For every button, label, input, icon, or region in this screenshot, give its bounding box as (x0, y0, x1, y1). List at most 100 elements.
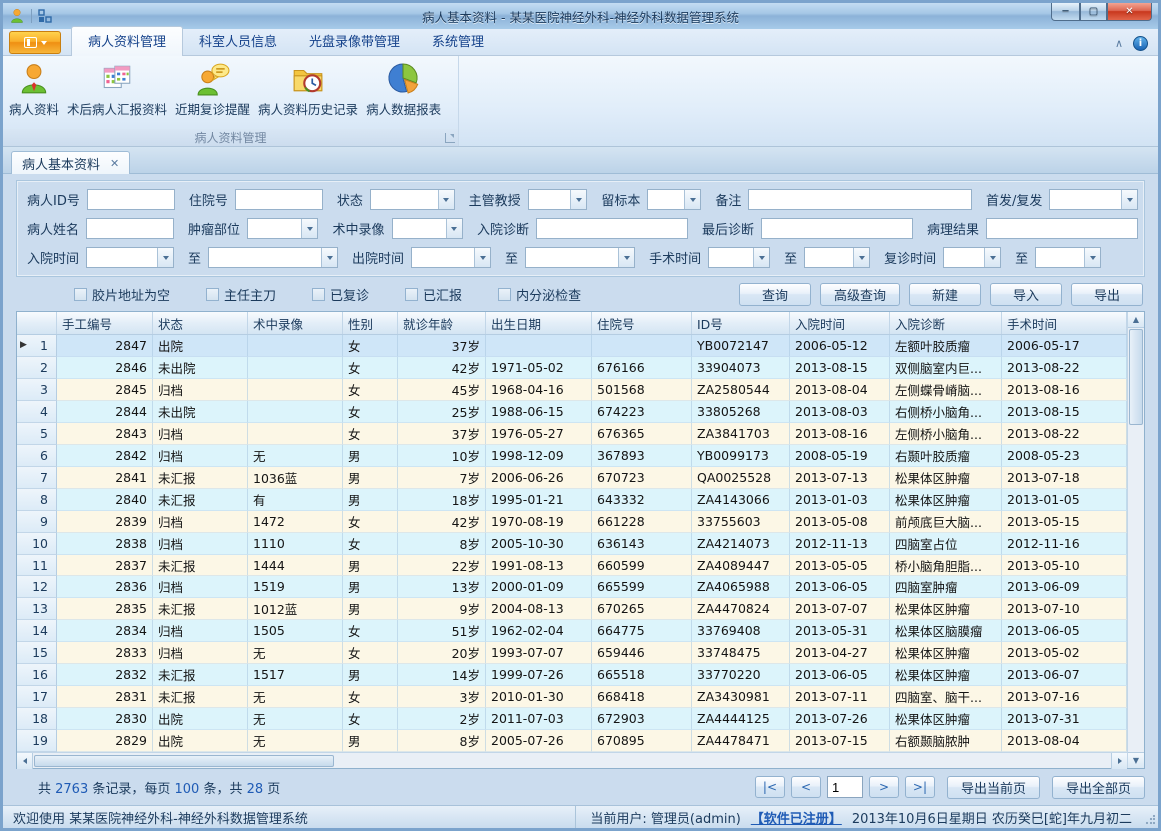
ribbon-tab-patient-management[interactable]: 病人资料管理 (71, 26, 183, 56)
combo-dropdown-icon[interactable] (1084, 248, 1100, 267)
row-header-cell[interactable]: 9 (17, 511, 57, 533)
filter-combo-box[interactable] (411, 247, 491, 268)
first-page-button[interactable]: |< (755, 776, 785, 798)
table-row[interactable]: 42844未出院女25岁1988-06-15674223338052682013… (17, 401, 1127, 423)
horizontal-scroll-thumb[interactable] (34, 755, 334, 767)
filter-combo-box[interactable] (86, 247, 174, 268)
row-header-cell[interactable]: ▶1 (17, 335, 57, 357)
new-record-button[interactable]: 新建 (909, 283, 981, 306)
export-button[interactable]: 导出 (1071, 283, 1143, 306)
checkbox-icon[interactable] (206, 288, 219, 301)
help-info-icon[interactable]: i (1133, 36, 1148, 51)
column-header[interactable]: 住院号 (592, 312, 692, 334)
filter-combo-box[interactable] (370, 189, 455, 210)
filter-text-input[interactable] (986, 218, 1138, 239)
filter-combo-box[interactable] (708, 247, 770, 268)
table-row[interactable]: 172831未汇报无女3岁2010-01-30668418ZA343098120… (17, 686, 1127, 708)
combo-dropdown-icon[interactable] (1121, 190, 1137, 209)
ribbon-tab-system[interactable]: 系统管理 (416, 27, 500, 55)
prev-page-button[interactable]: < (791, 776, 821, 798)
column-header[interactable]: 性别 (343, 312, 398, 334)
table-row[interactable]: 152833归档无女20岁1993-07-0765944633748475201… (17, 642, 1127, 664)
import-button[interactable]: 导入 (990, 283, 1062, 306)
filter-text-input[interactable] (235, 189, 323, 210)
row-header-cell[interactable]: 2 (17, 357, 57, 379)
scroll-up-icon[interactable]: ▲ (1128, 312, 1144, 328)
patient-data-button[interactable]: 病人资料 (5, 59, 63, 121)
row-header-cell[interactable]: 5 (17, 423, 57, 445)
row-header-cell[interactable]: 8 (17, 489, 57, 511)
filter-checkbox[interactable]: 主任主刀 (206, 285, 276, 304)
combo-dropdown-icon[interactable] (157, 248, 173, 267)
row-header-cell[interactable]: 4 (17, 401, 57, 423)
vertical-scrollbar[interactable]: ▲ ▼ (1127, 312, 1144, 768)
row-header-cell[interactable]: 11 (17, 555, 57, 577)
table-row[interactable]: 32845归档女45岁1968-04-16501568ZA25805442013… (17, 379, 1127, 401)
column-header[interactable]: 术中录像 (248, 312, 343, 334)
tab-close-icon[interactable]: ✕ (110, 157, 119, 170)
combo-dropdown-icon[interactable] (301, 219, 317, 238)
row-header-cell[interactable]: 16 (17, 664, 57, 686)
checkbox-icon[interactable] (312, 288, 325, 301)
filter-combo-box[interactable] (208, 247, 338, 268)
column-header[interactable] (17, 312, 57, 334)
scroll-left-icon[interactable] (17, 753, 33, 769)
combo-dropdown-icon[interactable] (984, 248, 1000, 267)
filter-checkbox[interactable]: 内分泌检查 (498, 285, 581, 304)
query-button[interactable]: 查询 (739, 283, 811, 306)
column-header[interactable]: 就诊年龄 (398, 312, 486, 334)
table-row[interactable]: 122836归档1519男13岁2000-01-09665599ZA406598… (17, 576, 1127, 598)
row-header-cell[interactable]: 15 (17, 642, 57, 664)
filter-combo-box[interactable] (1049, 189, 1138, 210)
checkbox-icon[interactable] (405, 288, 418, 301)
column-header[interactable]: 入院诊断 (890, 312, 1002, 334)
page-number-input[interactable] (827, 776, 863, 798)
combo-dropdown-icon[interactable] (684, 190, 700, 209)
tab-patient-basic-info[interactable]: 病人基本资料 ✕ (11, 151, 130, 174)
ribbon-tab-disc-management[interactable]: 光盘录像带管理 (293, 27, 416, 55)
combo-dropdown-icon[interactable] (438, 190, 454, 209)
column-header[interactable]: 状态 (153, 312, 248, 334)
column-header[interactable]: 出生日期 (486, 312, 592, 334)
patient-report-button[interactable]: 病人数据报表 (362, 59, 445, 121)
table-row[interactable]: 82840未汇报有男18岁1995-01-21643332ZA414306620… (17, 489, 1127, 511)
filter-text-input[interactable] (748, 189, 972, 210)
row-header-cell[interactable]: 12 (17, 576, 57, 598)
close-button[interactable]: ✕ (1107, 3, 1152, 21)
table-row[interactable]: 192829出院无男8岁2005-07-26670895ZA4478471201… (17, 730, 1127, 752)
filter-combo-box[interactable] (943, 247, 1001, 268)
column-header[interactable]: ID号 (692, 312, 790, 334)
table-row[interactable]: 132835未汇报1012蓝男9岁2004-08-13670265ZA44708… (17, 598, 1127, 620)
scroll-down-icon[interactable]: ▼ (1128, 752, 1144, 768)
table-row[interactable]: 92839归档1472女42岁1970-08-19661228337556032… (17, 511, 1127, 533)
filter-combo-box[interactable] (1035, 247, 1101, 268)
filter-checkbox[interactable]: 胶片地址为空 (74, 285, 170, 304)
table-row[interactable]: 102838归档1110女8岁2005-10-30636143ZA4214073… (17, 533, 1127, 555)
combo-dropdown-icon[interactable] (753, 248, 769, 267)
filter-text-input[interactable] (761, 218, 913, 239)
table-row[interactable]: 22846未出院女42岁1971-05-02676166339040732013… (17, 357, 1127, 379)
minimize-button[interactable]: ─ (1051, 3, 1080, 21)
postop-report-button[interactable]: 术后病人汇报资料 (63, 59, 171, 121)
filter-text-input[interactable] (87, 189, 175, 210)
patient-history-button[interactable]: 病人资料历史记录 (254, 59, 362, 121)
combo-dropdown-icon[interactable] (446, 219, 462, 238)
row-header-cell[interactable]: 10 (17, 533, 57, 555)
next-page-button[interactable]: > (869, 776, 899, 798)
table-row[interactable]: 182830出院无女2岁2011-07-03672903ZA4444125201… (17, 708, 1127, 730)
combo-dropdown-icon[interactable] (853, 248, 869, 267)
column-header[interactable]: 手工编号 (57, 312, 153, 334)
combo-dropdown-icon[interactable] (618, 248, 634, 267)
filter-text-input[interactable] (536, 218, 688, 239)
table-row[interactable]: 112837未汇报1444男22岁1991-08-13660599ZA40894… (17, 555, 1127, 577)
row-header-cell[interactable]: 3 (17, 379, 57, 401)
table-row[interactable]: ▶12847出院女37岁YB00721472006-05-12左额叶胶质瘤200… (17, 335, 1127, 357)
column-header[interactable]: 手术时间 (1002, 312, 1127, 334)
table-row[interactable]: 142834归档1505女51岁1962-02-0466477533769408… (17, 620, 1127, 642)
export-all-pages-button[interactable]: 导出全部页 (1052, 776, 1145, 799)
row-header-cell[interactable]: 19 (17, 730, 57, 752)
statusbar-license-link[interactable]: 【软件已注册】 (751, 808, 842, 827)
row-header-cell[interactable]: 18 (17, 708, 57, 730)
maximize-button[interactable]: ▢ (1080, 3, 1107, 21)
table-row[interactable]: 62842归档无男10岁1998-12-09367893YB0099173200… (17, 445, 1127, 467)
